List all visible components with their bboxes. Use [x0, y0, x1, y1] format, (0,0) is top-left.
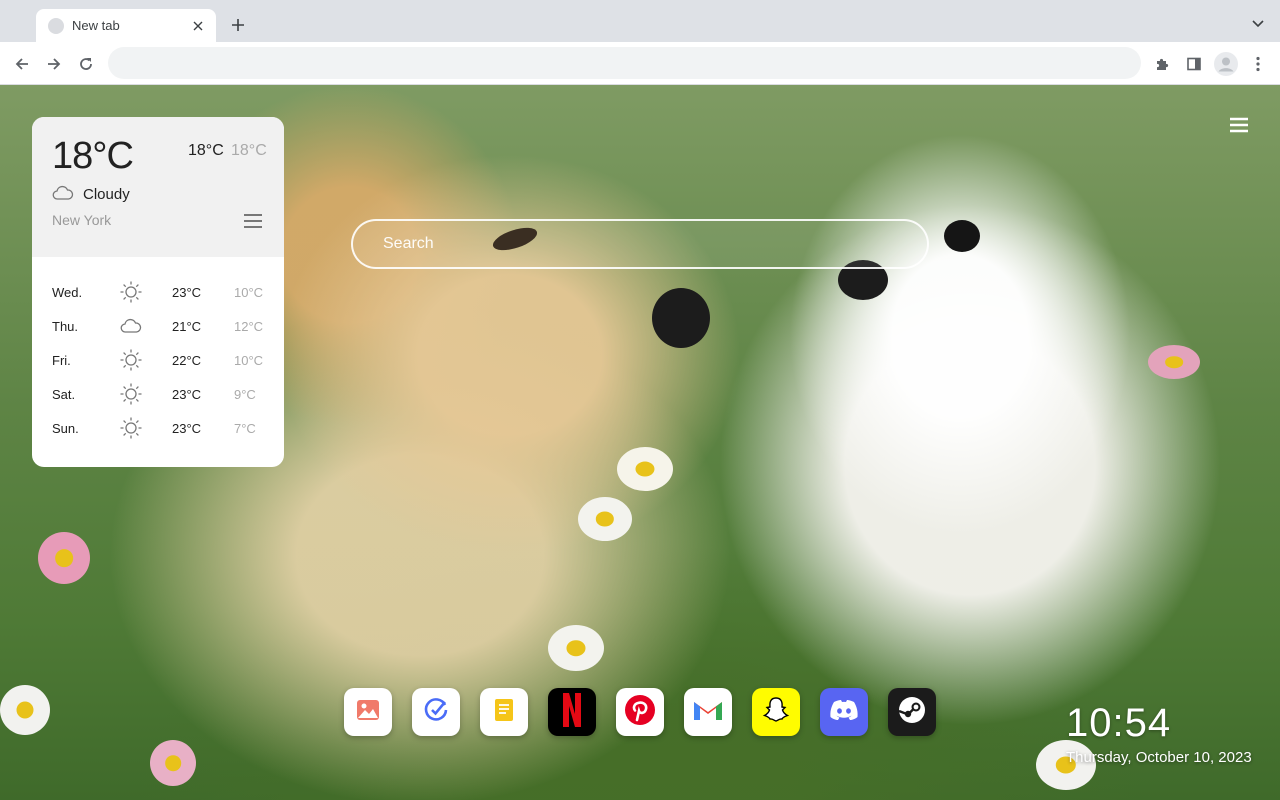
- forecast-day: Fri.: [52, 352, 71, 368]
- checkmark-icon: [423, 697, 449, 728]
- back-button[interactable]: [8, 50, 36, 78]
- gmail-icon: [692, 698, 724, 727]
- tab-close-icon[interactable]: [190, 18, 206, 34]
- sun-icon: [119, 280, 143, 304]
- forecast-low: 10°C: [234, 284, 264, 300]
- dock-gallery[interactable]: [344, 688, 392, 736]
- forecast-high: 23°C: [172, 284, 202, 300]
- forecast-day: Thu.: [52, 318, 79, 334]
- flower: [38, 532, 90, 584]
- forecast-day: Sun.: [52, 420, 79, 436]
- forecast-day: Sat.: [52, 386, 76, 402]
- dock-todo[interactable]: [412, 688, 460, 736]
- browser-menu-kebab-icon[interactable]: [1244, 50, 1272, 78]
- reload-button[interactable]: [72, 50, 100, 78]
- flower: [1148, 345, 1200, 379]
- side-panel-icon[interactable]: [1180, 50, 1208, 78]
- tab-favicon-icon: [48, 17, 64, 34]
- today-high: 18°C: [188, 142, 224, 159]
- dock-notes[interactable]: [480, 688, 528, 736]
- forecast-row: Wed. 23°C 10°C: [32, 275, 284, 309]
- page-menu-icon[interactable]: [1229, 116, 1249, 134]
- clock-date: Thursday, October 10, 2023: [1066, 749, 1252, 766]
- weather-current: 18°C 18°C 18°C Cloudy New York: [32, 117, 284, 257]
- current-temperature: 18°C: [52, 135, 134, 177]
- dock-steam[interactable]: [888, 688, 936, 736]
- dock-discord[interactable]: [820, 688, 868, 736]
- forecast-low: 10°C: [234, 352, 264, 368]
- forward-button[interactable]: [40, 50, 68, 78]
- search-box: [351, 219, 929, 269]
- pinterest-icon: [624, 694, 656, 731]
- sun-icon: [119, 416, 143, 440]
- weather-forecast: Wed. 23°C 10°C Thu. 21°C 12°C Fri. 22°C …: [32, 257, 284, 445]
- flower: [617, 447, 673, 491]
- weather-city: New York: [52, 212, 112, 228]
- tab-strip: New tab: [0, 0, 1280, 42]
- new-tab-button[interactable]: [226, 13, 250, 37]
- search-input[interactable]: [353, 221, 927, 267]
- discord-icon: [828, 698, 860, 727]
- address-bar[interactable]: [108, 47, 1141, 79]
- forecast-high: 23°C: [172, 386, 202, 402]
- app-dock: [344, 688, 936, 736]
- extensions-puzzle-icon[interactable]: [1148, 50, 1176, 78]
- forecast-row: Sat. 23°C 9°C: [32, 377, 284, 411]
- forecast-low: 7°C: [234, 420, 256, 436]
- forecast-high: 23°C: [172, 420, 202, 436]
- dock-pinterest[interactable]: [616, 688, 664, 736]
- weather-condition: Cloudy: [83, 186, 130, 203]
- puppy-nose: [652, 288, 710, 348]
- snapchat-icon: [761, 695, 791, 730]
- tab-search-chevron-icon[interactable]: [1248, 14, 1268, 34]
- forecast-low: 9°C: [234, 386, 256, 402]
- weather-widget: 18°C 18°C 18°C Cloudy New York Wed. 23°C…: [32, 117, 284, 467]
- cloud-icon: [119, 314, 143, 338]
- puppy-eye-white: [944, 220, 980, 252]
- netflix-icon: [561, 692, 583, 733]
- forecast-high: 22°C: [172, 352, 202, 368]
- weather-menu-icon[interactable]: [243, 213, 263, 229]
- tab-new-tab[interactable]: New tab: [36, 9, 216, 42]
- flower: [578, 497, 632, 541]
- forecast-row: Fri. 22°C 10°C: [32, 343, 284, 377]
- dock-gmail[interactable]: [684, 688, 732, 736]
- flower: [548, 625, 604, 671]
- profile-avatar-icon[interactable]: [1212, 50, 1240, 78]
- flower: [0, 685, 50, 735]
- notes-icon: [492, 697, 516, 728]
- flower: [150, 740, 196, 786]
- sun-icon: [119, 348, 143, 372]
- forecast-day: Wed.: [52, 284, 83, 300]
- cloud-icon: [52, 185, 74, 201]
- dock-netflix[interactable]: [548, 688, 596, 736]
- sun-icon: [119, 382, 143, 406]
- browser-toolbar: [0, 42, 1280, 85]
- today-low: 18°C: [231, 142, 267, 159]
- dock-snapchat[interactable]: [752, 688, 800, 736]
- image-icon: [355, 697, 381, 728]
- forecast-row: Sun. 23°C 7°C: [32, 411, 284, 445]
- forecast-row: Thu. 21°C 12°C: [32, 309, 284, 343]
- forecast-low: 12°C: [234, 318, 264, 334]
- forecast-high: 21°C: [172, 318, 202, 334]
- tab-title: New tab: [72, 18, 120, 33]
- new-tab-page: 18°C 18°C 18°C Cloudy New York Wed. 23°C…: [0, 85, 1280, 800]
- steam-icon: [897, 695, 927, 730]
- clock-time: 10:54: [1066, 701, 1172, 745]
